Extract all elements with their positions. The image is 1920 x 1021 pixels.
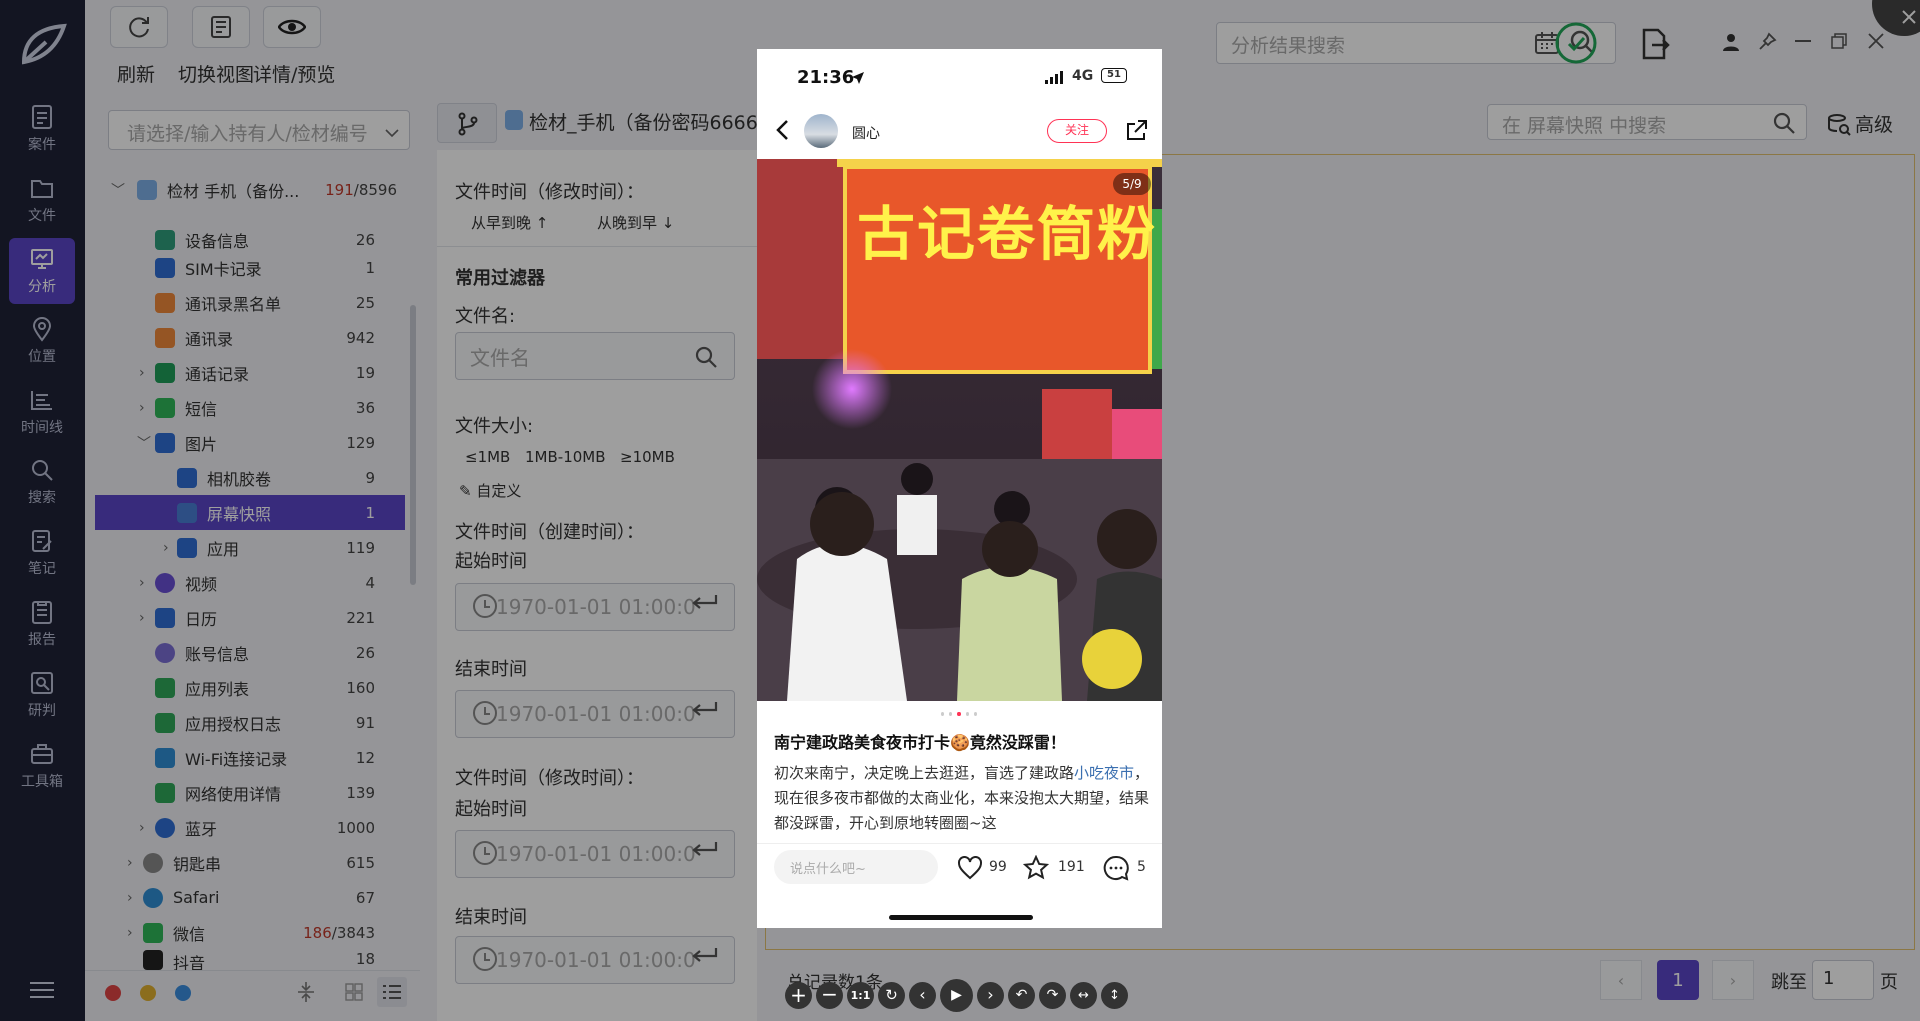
carousel-dot	[973, 712, 978, 716]
post-username[interactable]: 圆心	[852, 123, 880, 143]
rotate-right-button[interactable]: ↷	[1039, 982, 1066, 1009]
comment-input[interactable]: 说点什么吧~	[774, 850, 938, 884]
comment-icon[interactable]	[1103, 855, 1129, 881]
flip-vertical-button[interactable]: ↕	[1101, 982, 1128, 1009]
post-body-link[interactable]: 小吃夜市	[1074, 764, 1134, 782]
flip-horizontal-button[interactable]: ↔	[1070, 982, 1097, 1009]
rotate-left-button[interactable]: ↶	[1008, 982, 1035, 1009]
image-page-indicator: 5/9	[1113, 173, 1151, 195]
carousel-dots	[941, 712, 978, 716]
reset-icon[interactable]: ↻	[878, 982, 905, 1009]
screenshot-preview: 21:36 4G 51 圆心 关注 古记卷筒粉 5/9 南宁建政路美食夜市打卡🍪…	[757, 49, 1162, 928]
post-title: 南宁建政路美食夜市打卡🍪竟然没踩雷！	[774, 733, 1066, 752]
battery-indicator: 51	[1101, 68, 1127, 83]
play-button[interactable]: ▶	[940, 979, 973, 1012]
avatar[interactable]	[804, 114, 838, 148]
share-icon[interactable]	[1126, 119, 1148, 141]
shop-sign-text: 古记卷筒粉	[857, 200, 1158, 268]
post-body-text: 初次来南宁，决定晚上去逛逛，盲选了建政路	[774, 764, 1075, 782]
post-body: 初次来南宁，决定晚上去逛逛，盲选了建政路小吃夜市，现在很多夜市都做的太商业化，本…	[774, 761, 1154, 835]
carousel-dot	[965, 712, 969, 716]
prev-image-button[interactable]: ‹	[909, 982, 936, 1009]
post-photo[interactable]: 古记卷筒粉 5/9	[757, 159, 1162, 701]
likes-count: 99	[989, 859, 1007, 875]
zoom-out-button[interactable]: −	[816, 982, 843, 1009]
carousel-dot-active	[957, 712, 961, 716]
comments-count: 5	[1137, 859, 1146, 875]
star-icon[interactable]	[1023, 855, 1049, 881]
stars-count: 191	[1058, 859, 1085, 875]
zoom-in-button[interactable]: +	[785, 982, 812, 1009]
status-time: 21:36	[797, 67, 855, 88]
divider	[757, 843, 1162, 844]
next-image-button[interactable]: ›	[977, 982, 1004, 1009]
actual-size-button[interactable]: 1:1	[847, 982, 874, 1009]
viewer-controls: + − 1:1 ↻ ‹ ▶ › ↶ ↷ ↔ ↕	[785, 979, 1128, 1012]
signal-icon	[1045, 71, 1063, 84]
home-indicator	[889, 915, 1033, 920]
location-arrow-icon	[852, 72, 864, 84]
carousel-dot	[941, 712, 945, 716]
network-type: 4G	[1072, 68, 1094, 84]
carousel-dot	[949, 712, 953, 716]
follow-button[interactable]: 关注	[1047, 119, 1107, 143]
back-arrow-icon[interactable]	[775, 119, 789, 141]
heart-icon[interactable]	[957, 856, 983, 880]
